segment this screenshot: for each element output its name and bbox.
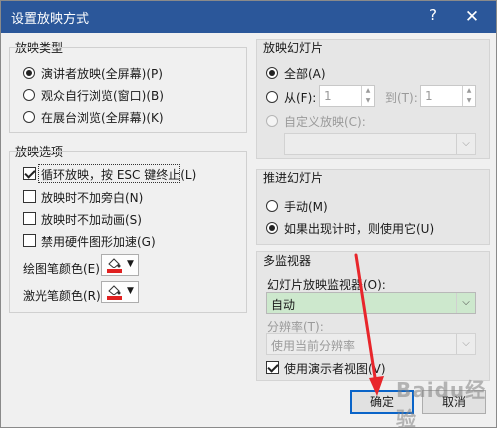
monitor-value: 自动 — [271, 298, 296, 312]
radio-all-slides-label[interactable]: 全部(A) — [284, 65, 326, 82]
checkbox-no-animation-label[interactable]: 放映时不加动画(S) — [41, 211, 142, 228]
radio-manual-label[interactable]: 手动(M) — [284, 198, 328, 215]
pen-color-swatch — [107, 269, 122, 273]
radio-use-timings-label[interactable]: 如果出现计时，则使用它(U) — [284, 220, 434, 237]
show-slides-title: 放映幻灯片 — [263, 41, 324, 55]
checkbox-no-animation[interactable] — [23, 212, 36, 225]
radio-kiosk[interactable] — [23, 111, 35, 123]
checkbox-no-hw-accel-label[interactable]: 禁用硬件图形加速(G) — [41, 233, 156, 250]
dialog-title: 设置放映方式 — [11, 12, 90, 27]
laser-color-button[interactable]: ▼ — [101, 281, 139, 303]
radio-all-slides[interactable] — [266, 67, 278, 79]
chevron-down-icon: ⌵ — [456, 334, 475, 354]
to-value: 1 — [425, 89, 433, 103]
checkbox-loop[interactable] — [23, 167, 36, 180]
set-up-show-dialog: 设置放映方式 ? ✕ 放映类型 演讲者放映(全屏幕)(P) 观众自行浏览(窗口)… — [0, 0, 497, 428]
checkbox-no-hw-accel[interactable] — [23, 234, 36, 247]
chevron-down-icon: ▼ — [127, 286, 134, 296]
from-spinner[interactable]: 1 ▲ ▼ — [319, 85, 375, 107]
resolution-select[interactable]: 使用当前分辨率 ⌵ — [266, 333, 476, 355]
radio-presenter[interactable] — [23, 67, 35, 79]
monitor-label: 幻灯片放映监视器(O): — [267, 278, 386, 292]
watermark-logo: Baidu经验 — [396, 378, 487, 428]
radio-from-label[interactable]: 从(F): — [284, 89, 316, 106]
radio-presenter-label[interactable]: 演讲者放映(全屏幕)(P) — [41, 65, 163, 82]
to-spinner[interactable]: 1 ▲ ▼ — [420, 85, 476, 107]
radio-custom-show-label[interactable]: 自定义放映(C): — [284, 113, 366, 130]
help-icon[interactable]: ? — [423, 6, 443, 28]
radio-individual[interactable] — [23, 89, 35, 101]
paint-bucket-icon — [108, 285, 121, 295]
radio-from[interactable] — [266, 91, 278, 103]
multiple-monitors-title: 多监视器 — [263, 254, 312, 268]
spinner-arrows-icon[interactable]: ▲ ▼ — [462, 86, 475, 106]
chevron-down-icon: ⌵ — [456, 134, 475, 154]
from-value: 1 — [324, 89, 332, 103]
checkbox-presenter-view[interactable] — [266, 361, 279, 374]
chevron-down-icon: ▼ — [127, 259, 134, 269]
advance-slides-title: 推进幻灯片 — [263, 171, 324, 185]
to-label: 到(T): — [385, 91, 418, 105]
checkbox-loop-label[interactable]: 循环放映，按 ESC 键终止(L) — [41, 166, 196, 183]
checkbox-presenter-view-label[interactable]: 使用演示者视图(V) — [284, 360, 386, 377]
radio-individual-label[interactable]: 观众自行浏览(窗口)(B) — [41, 87, 164, 104]
radio-kiosk-label[interactable]: 在展台浏览(全屏幕)(K) — [41, 109, 164, 126]
custom-show-select[interactable]: ⌵ — [284, 133, 476, 155]
chevron-down-icon: ⌵ — [456, 293, 475, 313]
pen-color-label: 绘图笔颜色(E): — [23, 262, 104, 276]
radio-custom-show[interactable] — [266, 115, 278, 127]
laser-color-swatch — [107, 296, 122, 300]
checkbox-no-narration[interactable] — [23, 190, 36, 203]
close-icon[interactable]: ✕ — [459, 4, 485, 30]
radio-use-timings[interactable] — [266, 222, 278, 234]
title-bar: 设置放映方式 ? ✕ — [1, 1, 496, 33]
spinner-arrows-icon[interactable]: ▲ ▼ — [361, 86, 374, 106]
monitor-select[interactable]: 自动 ⌵ — [266, 292, 476, 314]
radio-manual[interactable] — [266, 200, 278, 212]
checkbox-no-narration-label[interactable]: 放映时不加旁白(N) — [41, 189, 143, 206]
pen-color-button[interactable]: ▼ — [101, 254, 139, 276]
paint-bucket-icon — [108, 258, 121, 268]
resolution-value: 使用当前分辨率 — [271, 339, 356, 353]
laser-color-label: 激光笔颜色(R): — [23, 289, 105, 303]
